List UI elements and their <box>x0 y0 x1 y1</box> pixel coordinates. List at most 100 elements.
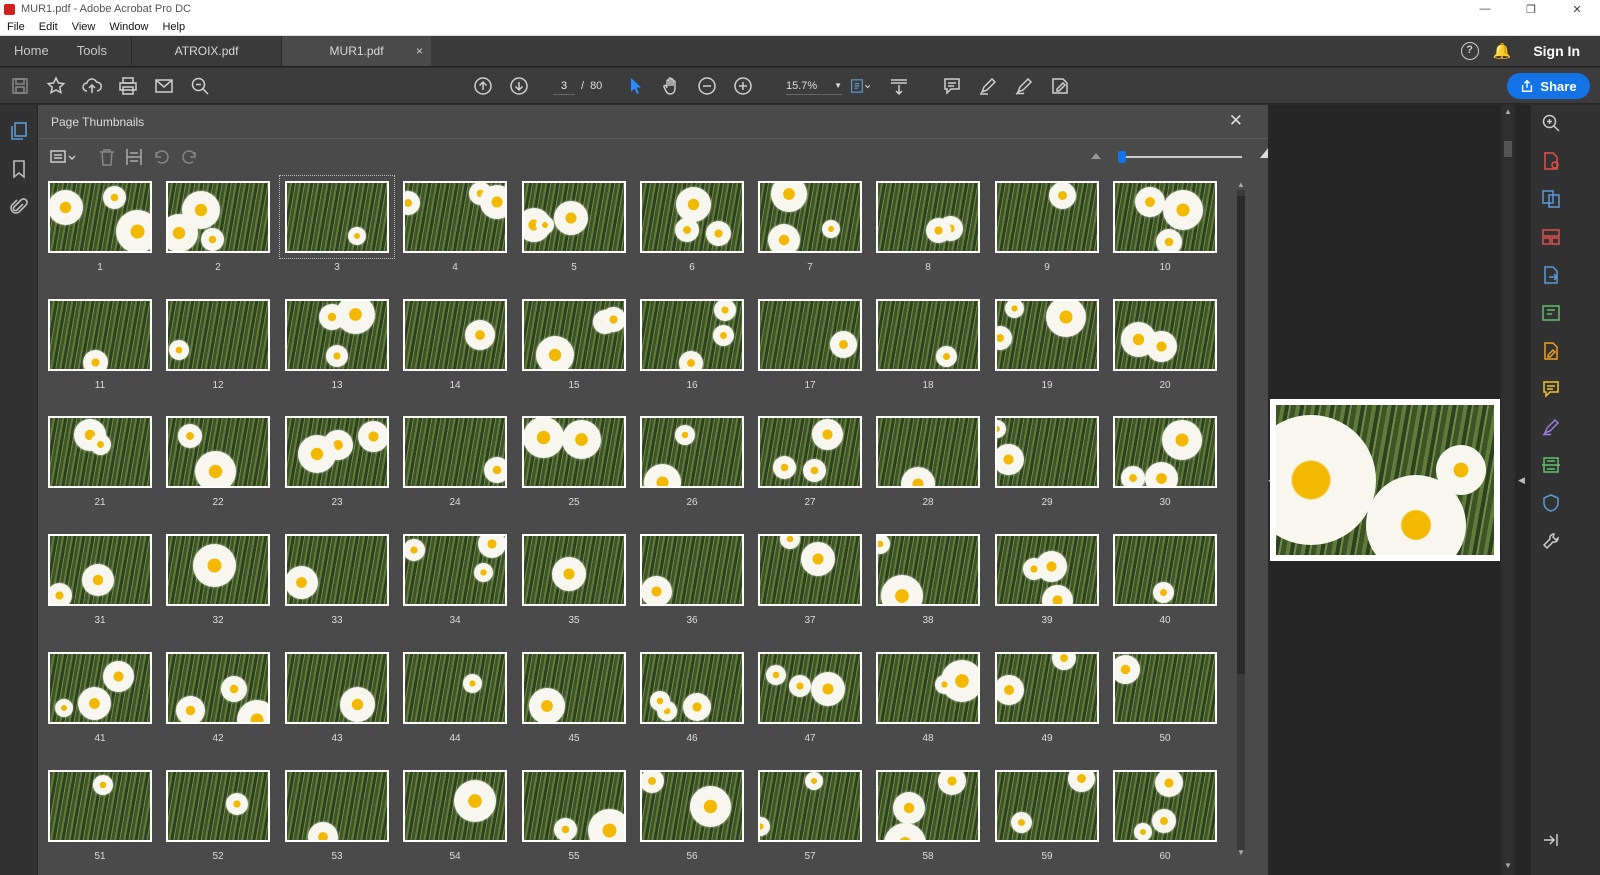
create-pdf-icon[interactable] <box>1541 151 1561 171</box>
attachments-paperclip-icon[interactable] <box>9 197 29 217</box>
page-thumbnail[interactable] <box>640 534 744 606</box>
menu-help[interactable]: Help <box>155 21 192 33</box>
page-thumbnail[interactable] <box>876 299 980 371</box>
page-thumbnail[interactable] <box>522 770 626 842</box>
highlight-pen-icon[interactable] <box>977 75 999 97</box>
page-thumbnail[interactable] <box>48 181 152 253</box>
email-icon[interactable] <box>153 75 175 97</box>
sign-icon[interactable] <box>1013 75 1035 97</box>
page-thumbnail[interactable] <box>1113 770 1217 842</box>
scroll-up-icon[interactable]: ▲ <box>1235 180 1247 189</box>
tab-document-mur1[interactable]: MUR1.pdf × <box>281 36 432 66</box>
request-signature-icon[interactable] <box>1541 417 1561 437</box>
comment-icon[interactable] <box>941 75 963 97</box>
thumbnail-scrollbar[interactable]: ▲ ▼ <box>1235 180 1247 860</box>
page-thumbnail[interactable] <box>166 534 270 606</box>
tab-tools[interactable]: Tools <box>63 36 121 66</box>
page-thumbnail[interactable] <box>758 534 862 606</box>
protect-shield-icon[interactable] <box>1541 493 1561 513</box>
page-thumbnail[interactable] <box>522 534 626 606</box>
page-thumbnails-icon[interactable] <box>9 121 29 141</box>
page-thumbnail[interactable] <box>48 534 152 606</box>
export-pdf-icon[interactable] <box>1541 265 1561 285</box>
page-thumbnail[interactable] <box>1113 534 1217 606</box>
next-page-icon[interactable] <box>508 75 530 97</box>
page-thumbnail[interactable] <box>166 416 270 488</box>
page-thumbnail[interactable] <box>48 416 152 488</box>
more-tools-wrench-icon[interactable] <box>1541 531 1561 551</box>
page-thumbnail[interactable] <box>1113 181 1217 253</box>
page-thumbnail[interactable] <box>995 534 1099 606</box>
minimize-button[interactable]: — <box>1462 3 1508 16</box>
thumbnail-size-slider[interactable] <box>1118 151 1242 163</box>
page-thumbnail[interactable] <box>876 416 980 488</box>
page-thumbnail[interactable] <box>403 299 507 371</box>
menu-view[interactable]: View <box>65 21 103 33</box>
page-thumbnail[interactable] <box>876 181 980 253</box>
page-thumbnail[interactable] <box>1113 299 1217 371</box>
page-thumbnail[interactable] <box>48 652 152 724</box>
page-thumbnail[interactable] <box>48 770 152 842</box>
page-thumbnail[interactable] <box>995 652 1099 724</box>
scroll-down-icon[interactable]: ▼ <box>1235 848 1247 857</box>
page-thumbnail[interactable] <box>640 652 744 724</box>
page-thumbnail[interactable] <box>758 652 862 724</box>
delete-pages-icon[interactable] <box>97 147 117 167</box>
hand-tool-icon[interactable] <box>660 75 682 97</box>
menu-edit[interactable]: Edit <box>32 21 65 33</box>
page-thumbnail[interactable] <box>640 416 744 488</box>
page-thumbnail[interactable] <box>522 416 626 488</box>
page-thumbnail[interactable] <box>758 770 862 842</box>
previous-page-icon[interactable] <box>472 75 494 97</box>
page-thumbnail[interactable] <box>279 175 395 259</box>
page-thumbnail[interactable] <box>995 416 1099 488</box>
page-thumbnail[interactable] <box>995 770 1099 842</box>
zoom-in-icon[interactable] <box>732 75 754 97</box>
document-scrollbar[interactable]: ▲ ▼ <box>1501 105 1515 875</box>
combine-files-icon[interactable] <box>1541 189 1561 209</box>
page-thumbnail[interactable] <box>995 299 1099 371</box>
options-menu-icon[interactable] <box>49 147 77 167</box>
page-thumbnail[interactable] <box>1113 416 1217 488</box>
scroll-mode-icon[interactable] <box>888 75 910 97</box>
current-page-preview[interactable] <box>1270 399 1500 561</box>
rotate-clockwise-icon[interactable] <box>179 147 199 167</box>
tab-document-atroix[interactable]: ATROIX.pdf <box>131 36 281 66</box>
page-thumbnail[interactable] <box>876 534 980 606</box>
page-thumbnail[interactable] <box>285 770 389 842</box>
smaller-thumbnails-icon[interactable] <box>1091 153 1101 159</box>
scroll-thumb[interactable] <box>1237 196 1245 674</box>
slider-handle[interactable] <box>1118 151 1126 163</box>
page-thumbnail[interactable] <box>995 181 1099 253</box>
zoom-out-icon[interactable] <box>696 75 718 97</box>
close-tab-icon[interactable]: × <box>416 36 423 66</box>
page-thumbnail[interactable] <box>758 299 862 371</box>
page-thumbnail[interactable] <box>285 416 389 488</box>
page-thumbnail[interactable] <box>403 534 507 606</box>
page-fit-icon[interactable] <box>846 75 874 97</box>
scan-ocr-icon[interactable] <box>1541 455 1561 475</box>
print-icon[interactable] <box>117 75 139 97</box>
doc-scroll-thumb[interactable] <box>1504 141 1512 157</box>
edit-pdf-icon[interactable] <box>1049 75 1071 97</box>
page-thumbnail[interactable] <box>166 181 270 253</box>
rotate-counterclockwise-icon[interactable] <box>152 147 172 167</box>
page-thumbnail[interactable] <box>522 652 626 724</box>
expand-tools-arrow-icon[interactable]: ◀ <box>1518 475 1525 486</box>
find-search-icon[interactable] <box>189 75 211 97</box>
notification-bell-icon[interactable]: 🔔 <box>1493 42 1512 60</box>
page-thumbnail[interactable] <box>640 181 744 253</box>
star-icon[interactable] <box>45 75 67 97</box>
page-thumbnail[interactable] <box>166 299 270 371</box>
page-thumbnail[interactable] <box>640 770 744 842</box>
fill-sign-icon[interactable] <box>1541 341 1561 361</box>
restore-button[interactable]: ❐ <box>1508 3 1554 16</box>
save-icon[interactable] <box>9 75 31 97</box>
page-thumbnail[interactable] <box>403 652 507 724</box>
sign-in-button[interactable]: Sign In <box>1533 43 1580 59</box>
page-thumbnail[interactable] <box>403 416 507 488</box>
page-thumbnail[interactable] <box>522 299 626 371</box>
page-thumbnail[interactable] <box>522 181 626 253</box>
comment-tool-icon[interactable] <box>1541 379 1561 399</box>
page-thumbnail[interactable] <box>285 534 389 606</box>
